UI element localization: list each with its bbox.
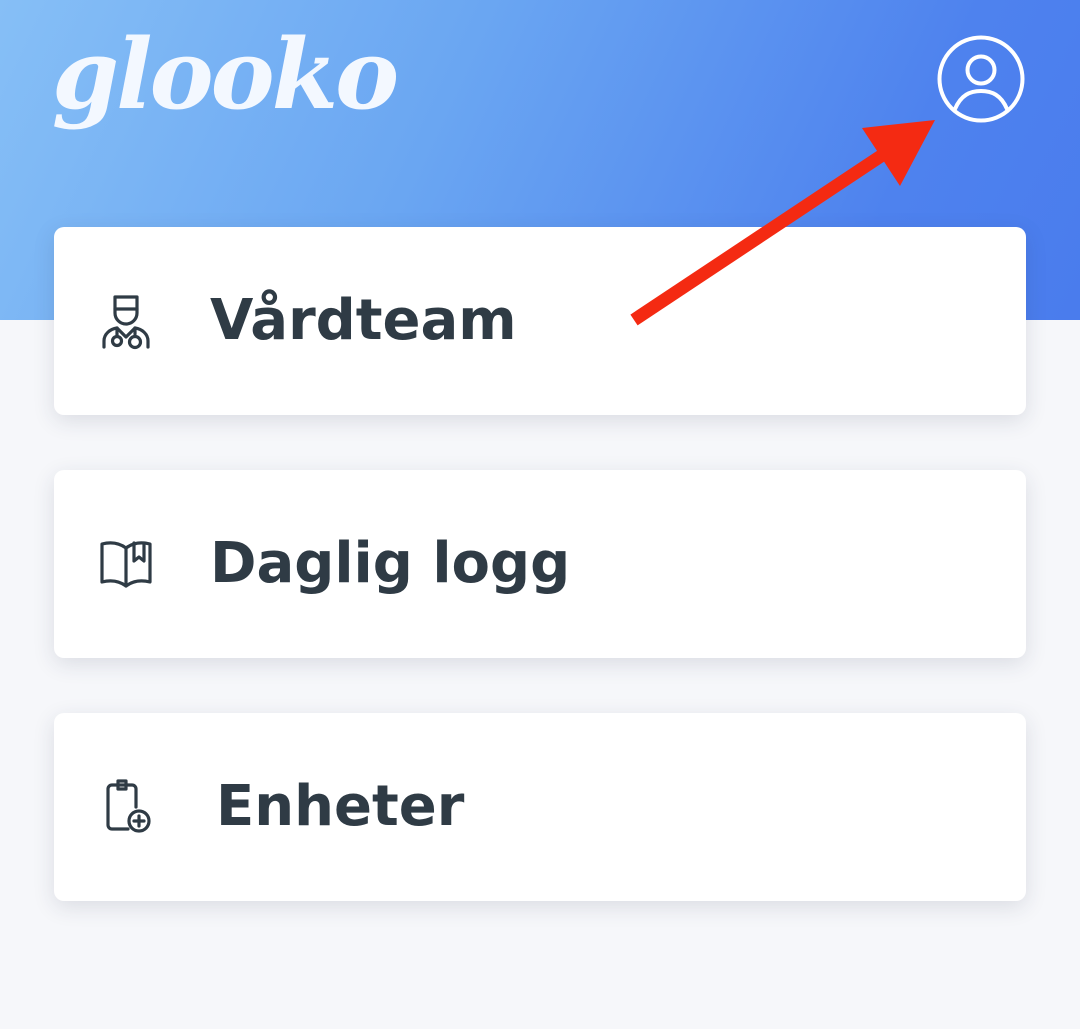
menu-item-daglig-logg[interactable]: Daglig logg	[54, 470, 1026, 658]
glooko-logo: glooko	[52, 18, 399, 131]
open-book-bookmark-icon	[98, 534, 154, 594]
menu-item-label: Vårdteam	[210, 288, 517, 353]
user-circle-icon	[937, 35, 1025, 123]
menu-item-enheter[interactable]: Enheter	[54, 713, 1026, 901]
menu-item-vardteam[interactable]: Vårdteam	[54, 227, 1026, 415]
doctor-icon	[98, 291, 154, 351]
menu-item-label: Enheter	[216, 774, 465, 839]
device-plus-icon	[98, 777, 154, 837]
menu-item-label: Daglig logg	[210, 531, 571, 596]
profile-button[interactable]	[937, 35, 1025, 123]
